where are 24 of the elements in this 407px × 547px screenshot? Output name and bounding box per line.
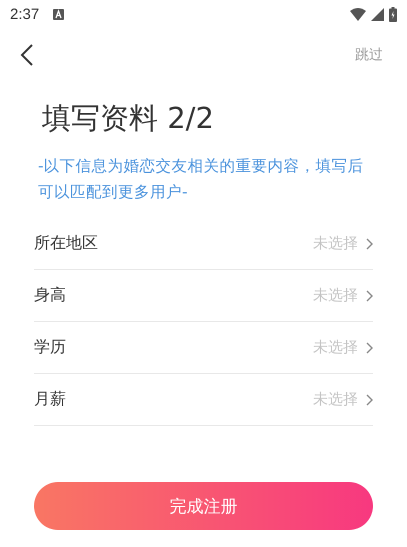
- field-value: 未选择: [313, 390, 358, 409]
- back-button[interactable]: [20, 43, 34, 67]
- chevron-icon: [366, 342, 373, 354]
- status-time: 2:37: [10, 6, 40, 22]
- notification-icon: [53, 8, 64, 20]
- form-row[interactable]: 学历 未选择: [34, 322, 373, 374]
- field-value: 未选择: [313, 286, 358, 305]
- chevron-icon: [366, 394, 373, 406]
- field-label: 所在地区: [34, 233, 98, 254]
- field-label: 学历: [34, 337, 66, 358]
- chevron-icon: [366, 290, 373, 302]
- signal-icon: [371, 8, 384, 20]
- field-label: 身高: [34, 285, 66, 306]
- field-label: 月薪: [34, 389, 66, 410]
- battery-icon: [389, 6, 397, 22]
- wifi-icon: [350, 8, 366, 20]
- form-row[interactable]: 月薪 未选择: [34, 374, 373, 426]
- chevron-icon: [366, 238, 373, 250]
- form-row[interactable]: 所在地区 未选择: [34, 218, 373, 270]
- page-title: 填写资料 2/2: [42, 100, 215, 137]
- info-text: -以下信息为婚恋交友相关的重要内容，填写后可以匹配到更多用户-: [38, 156, 365, 203]
- field-value: 未选择: [313, 234, 358, 253]
- field-value: 未选择: [313, 338, 358, 357]
- form-row[interactable]: 身高 未选择: [34, 270, 373, 322]
